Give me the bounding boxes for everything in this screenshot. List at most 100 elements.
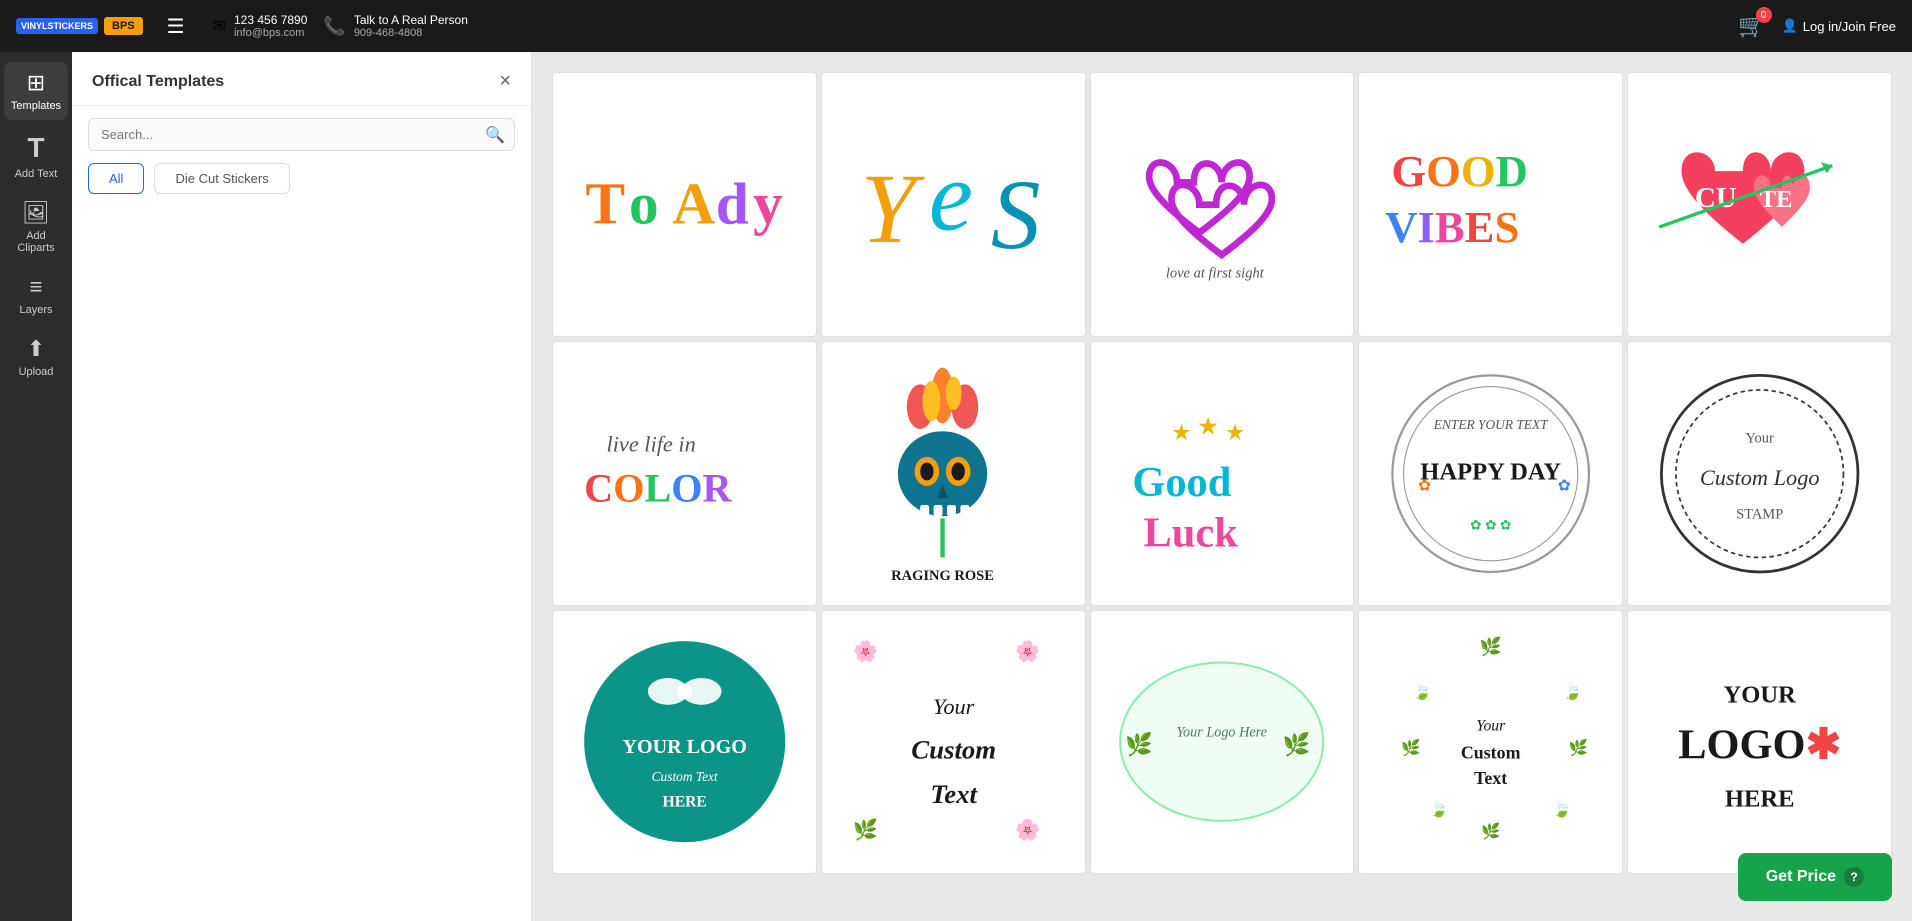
svg-text:YOUR LOGO: YOUR LOGO: [622, 736, 746, 758]
svg-text:A: A: [672, 170, 715, 236]
svg-text:✿: ✿: [1418, 477, 1431, 494]
svg-text:Y: Y: [860, 155, 925, 264]
template-card-live-life-in-color[interactable]: live life in COLOR: [552, 341, 817, 606]
template-card-yes[interactable]: Y e S: [821, 72, 1086, 337]
template-card-your-custom-text-floral[interactable]: 🌸 🌸 🌿 🌸 Your Custom Text: [821, 610, 1086, 875]
svg-text:Luck: Luck: [1144, 509, 1239, 556]
top-navigation: VINYLSTICKERS BPS ☰ ✉ 123 456 7890 info@…: [0, 0, 1912, 52]
templates-icon: ⊞: [27, 70, 45, 96]
template-card-toady[interactable]: T o A d y: [552, 72, 817, 337]
svg-text:Custom Text: Custom Text: [651, 769, 717, 784]
talk-label: Talk to A Real Person: [354, 13, 468, 27]
sidebar-upload-label: Upload: [19, 366, 54, 378]
get-price-label: Get Price: [1766, 868, 1836, 886]
svg-text:Custom: Custom: [1461, 743, 1521, 763]
svg-text:ENTER YOUR TEXT: ENTER YOUR TEXT: [1433, 417, 1549, 432]
email-address: info@bps.com: [234, 27, 307, 39]
svg-text:Custom Logo: Custom Logo: [1700, 464, 1820, 489]
svg-text:🌸: 🌸: [1015, 639, 1040, 663]
panel-title: Offical Templates: [92, 73, 224, 91]
sidebar-item-upload[interactable]: ⬆ Upload: [4, 328, 68, 386]
phone-area: 📞 Talk to A Real Person 909-468-4808: [323, 13, 468, 39]
template-card-love-at-first-sight[interactable]: love at first sight: [1090, 72, 1355, 337]
svg-text:live life in: live life in: [606, 431, 695, 456]
template-card-your-logo-here-oval[interactable]: 🌿 🌿 Your Logo Here: [1090, 610, 1355, 875]
svg-text:🌿: 🌿: [853, 818, 878, 842]
search-button[interactable]: 🔍: [485, 125, 505, 145]
svg-text:GOOD: GOOD: [1392, 146, 1529, 196]
sidebar-item-add-cliparts[interactable]: 🖼 Add Cliparts: [4, 192, 68, 262]
login-label: Log in/Join Free: [1803, 19, 1896, 34]
templates-panel: Offical Templates × 🔍 All Die Cut Sticke…: [72, 52, 532, 921]
tab-die-cut[interactable]: Die Cut Stickers: [154, 163, 289, 194]
template-card-your-logo-here-bold[interactable]: YOUR LOGO✱ HERE: [1627, 610, 1892, 875]
svg-text:✿ ✿ ✿: ✿ ✿ ✿: [1470, 517, 1511, 532]
sidebar-layers-label: Layers: [19, 304, 52, 316]
template-card-your-logo-teal[interactable]: YOUR LOGO Custom Text HERE: [552, 610, 817, 875]
template-card-custom-logo-stamp[interactable]: Your Custom Logo STAMP: [1627, 341, 1892, 606]
panel-header: Offical Templates ×: [72, 52, 531, 106]
svg-text:e: e: [928, 142, 972, 251]
login-button[interactable]: 👤 Log in/Join Free: [1782, 18, 1896, 34]
svg-text:HAPPY DAY: HAPPY DAY: [1420, 458, 1561, 485]
phone-number: 123 456 7890: [234, 13, 307, 27]
get-price-button[interactable]: Get Price ?: [1738, 853, 1892, 901]
svg-text:✿: ✿: [1558, 477, 1571, 494]
user-icon: 👤: [1782, 18, 1798, 34]
svg-text:VIBES: VIBES: [1385, 202, 1519, 252]
svg-text:Your: Your: [1476, 718, 1506, 735]
svg-text:🌿: 🌿: [1126, 731, 1154, 757]
cart-button[interactable]: 🛒 0: [1738, 13, 1765, 39]
svg-text:Good: Good: [1133, 459, 1232, 506]
sidebar-item-add-text[interactable]: T Add Text: [4, 124, 68, 188]
main-canvas-area: T o A d y Y e S love at first sight: [532, 52, 1912, 921]
template-card-cute[interactable]: CU TE: [1627, 72, 1892, 337]
template-card-good-luck[interactable]: ★ ★ ★ Good Luck: [1090, 341, 1355, 606]
sidebar-item-templates[interactable]: ⊞ Templates: [4, 62, 68, 120]
email-icon: ✉: [213, 16, 226, 36]
svg-text:Text: Text: [1474, 768, 1507, 788]
svg-text:🍃: 🍃: [1563, 682, 1582, 701]
svg-text:★: ★: [1197, 413, 1219, 440]
svg-text:o: o: [629, 170, 659, 236]
template-card-raging-rose[interactable]: RAGING ROSE: [821, 341, 1086, 606]
sidebar-templates-label: Templates: [11, 100, 61, 112]
svg-text:🌿: 🌿: [1283, 731, 1311, 757]
svg-text:🍃: 🍃: [1429, 800, 1448, 819]
template-card-your-custom-text-wreath[interactable]: 🌿 🍃 🌿 🍃 🌿 🍃 🌿 🍃 Your Custom Text: [1358, 610, 1623, 875]
svg-text:S: S: [990, 161, 1040, 270]
logo-area: VINYLSTICKERS BPS: [16, 17, 143, 35]
svg-text:Your Logo Here: Your Logo Here: [1177, 725, 1268, 741]
contact-email-area: ✉ 123 456 7890 info@bps.com: [213, 13, 308, 39]
svg-text:🌿: 🌿: [1480, 636, 1502, 657]
panel-close-button[interactable]: ×: [499, 70, 511, 93]
svg-text:RAGING ROSE: RAGING ROSE: [891, 567, 994, 583]
vinyl-logo: VINYLSTICKERS: [16, 18, 98, 34]
svg-text:Text: Text: [930, 779, 978, 809]
svg-text:🌿: 🌿: [1569, 738, 1588, 757]
sidebar-addtext-label: Add Text: [15, 168, 58, 180]
sidebar-item-layers[interactable]: ≡ Layers: [4, 266, 68, 324]
svg-text:LOGO✱: LOGO✱: [1678, 722, 1841, 769]
svg-text:🌿: 🌿: [1481, 822, 1500, 841]
upload-icon: ⬆: [27, 336, 45, 362]
svg-text:🌿: 🌿: [1401, 738, 1420, 757]
phone-icon: 📞: [323, 16, 345, 37]
tab-all[interactable]: All: [88, 163, 144, 194]
svg-text:HERE: HERE: [662, 794, 706, 811]
svg-text:COLOR: COLOR: [584, 465, 732, 510]
bps-logo: BPS: [104, 17, 143, 35]
template-card-good-vibes[interactable]: GOOD VIBES: [1358, 72, 1623, 337]
template-card-happy-day[interactable]: ENTER YOUR TEXT HAPPY DAY ✿ ✿ ✿ ✿ ✿: [1358, 341, 1623, 606]
svg-text:STAMP: STAMP: [1736, 506, 1783, 522]
search-input[interactable]: [88, 118, 515, 151]
svg-text:🌸: 🌸: [853, 639, 878, 663]
hamburger-menu-icon[interactable]: ☰: [167, 14, 185, 39]
svg-text:YOUR: YOUR: [1723, 682, 1796, 709]
panel-search-area: 🔍: [88, 118, 515, 151]
svg-text:🍃: 🍃: [1413, 682, 1432, 701]
panel-tabs: All Die Cut Stickers: [72, 163, 531, 206]
svg-text:★: ★: [1172, 420, 1192, 445]
svg-text:HERE: HERE: [1725, 786, 1795, 813]
left-sidebar: ⊞ Templates T Add Text 🖼 Add Cliparts ≡ …: [0, 52, 72, 921]
